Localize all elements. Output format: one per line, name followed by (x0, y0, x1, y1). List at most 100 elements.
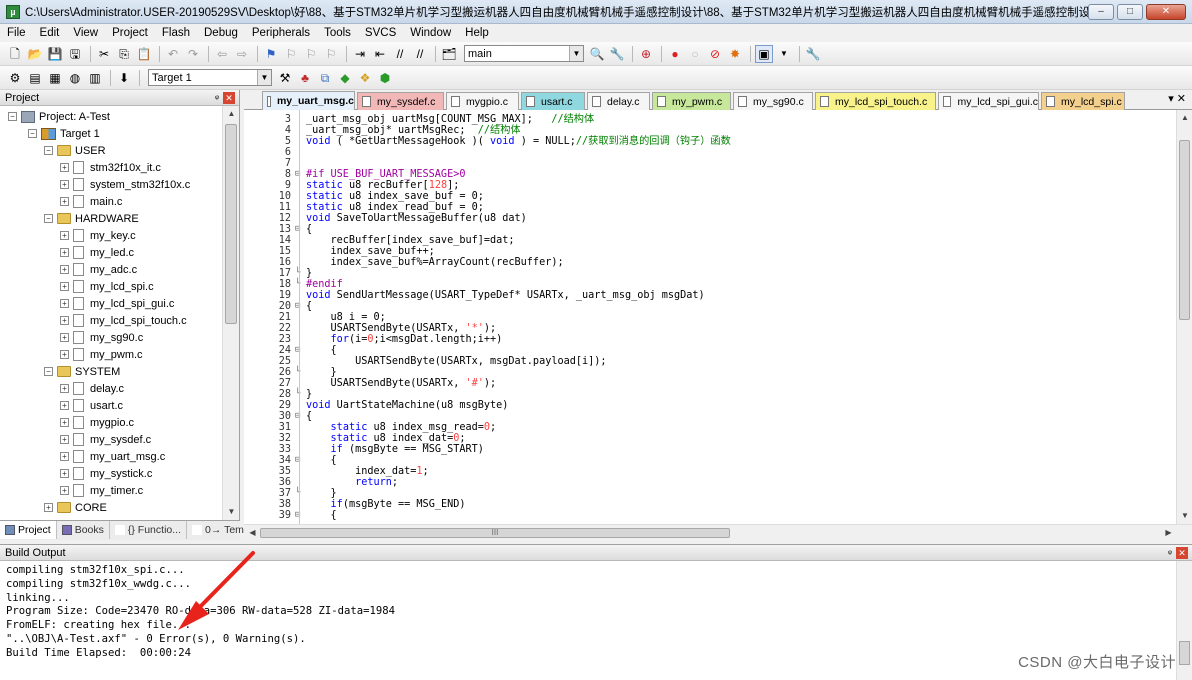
editor-tab[interactable]: my_pwm.c (652, 92, 731, 110)
find-in-files-icon[interactable]: 🗂 (440, 45, 458, 63)
rebuild-icon[interactable]: ▦ (46, 69, 64, 87)
expand-icon[interactable]: + (60, 316, 69, 325)
expand-icon[interactable]: + (60, 469, 69, 478)
editor-tab[interactable]: delay.c (587, 92, 650, 110)
menu-item-window[interactable]: Window (403, 24, 458, 42)
close-icon[interactable]: ✕ (223, 91, 235, 104)
software-packs-icon[interactable]: ⬢ (376, 69, 394, 87)
editor-tab[interactable]: my_uart_msg.c (262, 91, 355, 110)
tree-item-file[interactable]: + mygpio.c (60, 414, 134, 431)
pin-icon[interactable]: ᵠ (215, 93, 219, 103)
download-icon[interactable]: ⬇ (115, 69, 133, 87)
menu-item-tools[interactable]: Tools (317, 24, 358, 42)
configure-icon[interactable]: 🔧 (804, 45, 822, 63)
new-file-icon[interactable]: 🗋 (6, 45, 24, 63)
menu-item-project[interactable]: Project (105, 24, 155, 42)
expand-icon[interactable]: + (60, 401, 69, 410)
tree-item-file[interactable]: + my_sysdef.c (60, 431, 151, 448)
tree-item-file[interactable]: + main.c (60, 193, 122, 210)
expand-icon[interactable]: + (60, 197, 69, 206)
build-icon[interactable]: ▤ (26, 69, 44, 87)
tree-item-file[interactable]: + stm32f10x_it.c (60, 159, 161, 176)
window-layout-icon[interactable]: ▣ (755, 44, 773, 63)
editor-tab[interactable]: my_lcd_spi.c (1041, 92, 1125, 110)
editor-tab[interactable]: my_lcd_spi_touch.c (815, 92, 936, 110)
expand-icon[interactable]: + (60, 163, 69, 172)
tree-item-file[interactable]: + my_pwm.c (60, 346, 143, 363)
tree-item-file[interactable]: + system_stm32f10x.c (60, 176, 190, 193)
disable-all-breakpoints-icon[interactable]: ⊘ (706, 45, 724, 63)
code-editor[interactable]: 3 _uart_msg_obj uartMsg[COUNT_MSG_MAX]; /… (244, 110, 1176, 524)
editor-tab[interactable]: my_sg90.c (733, 92, 813, 110)
scroll-up-icon[interactable]: ▲ (223, 106, 240, 122)
expand-icon[interactable]: + (60, 231, 69, 240)
scroll-down-icon[interactable]: ▼ (223, 504, 240, 520)
find-icon[interactable]: 🔍 (588, 45, 606, 63)
comment-icon[interactable]: // (391, 45, 409, 63)
file-extensions-icon[interactable]: ⧉ (316, 69, 334, 87)
expand-icon[interactable]: + (60, 435, 69, 444)
scroll-thumb[interactable] (225, 124, 237, 324)
expand-icon[interactable]: + (60, 265, 69, 274)
scroll-thumb[interactable] (1179, 641, 1190, 665)
tree-item-file[interactable]: + delay.c (60, 380, 124, 397)
expand-icon[interactable]: + (60, 418, 69, 427)
menu-item-svcs[interactable]: SVCS (358, 24, 403, 42)
tree-item-file[interactable]: + my_systick.c (60, 465, 152, 482)
run-time-env-icon[interactable]: ◆ (336, 69, 354, 87)
scroll-thumb[interactable] (1179, 140, 1190, 320)
collapse-icon[interactable]: − (28, 129, 37, 138)
pack-installer-icon[interactable]: ❖ (356, 69, 374, 87)
expand-icon[interactable]: + (60, 486, 69, 495)
menu-item-edit[interactable]: Edit (33, 24, 67, 42)
tree-item-folder[interactable]: − SYSTEM (44, 363, 120, 380)
unindent-icon[interactable]: ⇤ (371, 45, 389, 63)
menu-item-debug[interactable]: Debug (197, 24, 245, 42)
translate-icon[interactable]: ⚙ (6, 69, 24, 87)
nav-back-icon[interactable]: ⇦ (213, 45, 231, 63)
tree-item-folder[interactable]: + CORE (44, 499, 107, 516)
editor-vertical-scrollbar[interactable]: ▲ ▼ (1176, 110, 1192, 524)
scroll-left-icon[interactable]: ◀ (244, 525, 261, 540)
tab-controls[interactable]: ▾ ✕ (1168, 92, 1186, 105)
find-combo[interactable]: main ▼ (464, 45, 584, 62)
save-all-icon[interactable]: 🖫 (66, 45, 84, 63)
close-button[interactable]: ✕ (1146, 3, 1186, 20)
build-output-text[interactable]: compiling stm32f10x_spi.c... compiling st… (6, 564, 1166, 661)
breakpoint-icon[interactable]: ● (666, 45, 684, 63)
tree-item-project[interactable]: − Project: A-Test (8, 108, 110, 125)
panel-tab-2[interactable]: {} Functio... (110, 521, 187, 539)
collapse-icon[interactable]: − (44, 214, 53, 223)
tree-item-file[interactable]: + my_led.c (60, 244, 134, 261)
scroll-right-icon[interactable]: ▶ (1160, 525, 1177, 540)
uncomment-icon[interactable]: // (411, 45, 429, 63)
open-file-icon[interactable]: 📂 (26, 45, 44, 63)
menu-item-help[interactable]: Help (458, 24, 496, 42)
cut-icon[interactable]: ✂ (95, 45, 113, 63)
editor-tab[interactable]: my_lcd_spi_gui.c (938, 92, 1039, 110)
tree-item-file[interactable]: + my_adc.c (60, 261, 137, 278)
tree-item-file[interactable]: + my_sg90.c (60, 329, 143, 346)
expand-icon[interactable]: + (60, 452, 69, 461)
editor-tab[interactable]: mygpio.c (446, 92, 519, 110)
expand-icon[interactable]: + (44, 503, 53, 512)
editor-tab[interactable]: usart.c (521, 92, 585, 110)
scroll-down-icon[interactable]: ▼ (1177, 508, 1192, 524)
scroll-thumb[interactable]: III (260, 528, 730, 538)
project-tree-scrollbar[interactable]: ▲ ▼ (222, 106, 239, 520)
menu-item-peripherals[interactable]: Peripherals (245, 24, 317, 42)
close-icon[interactable]: ✕ (1176, 546, 1188, 559)
debug-session-icon[interactable]: ⊕ (637, 45, 655, 63)
tree-item-folder[interactable]: − USER (44, 142, 106, 159)
editor-tab[interactable]: my_sysdef.c (357, 92, 444, 110)
next-bookmark-icon[interactable]: ⚐ (302, 45, 320, 63)
tree-item-folder[interactable]: − HARDWARE (44, 210, 139, 227)
tree-item-file[interactable]: + my_key.c (60, 227, 136, 244)
pin-icon[interactable]: ᵠ (1168, 548, 1172, 558)
tree-item-file[interactable]: + my_lcd_spi_gui.c (60, 295, 174, 312)
scroll-up-icon[interactable]: ▲ (1177, 110, 1192, 126)
bookmark-icon[interactable]: ⚑ (262, 45, 280, 63)
disable-breakpoint-icon[interactable]: ○ (686, 45, 704, 63)
tree-item-file[interactable]: + my_uart_msg.c (60, 448, 165, 465)
tree-item-file[interactable]: + usart.c (60, 397, 123, 414)
